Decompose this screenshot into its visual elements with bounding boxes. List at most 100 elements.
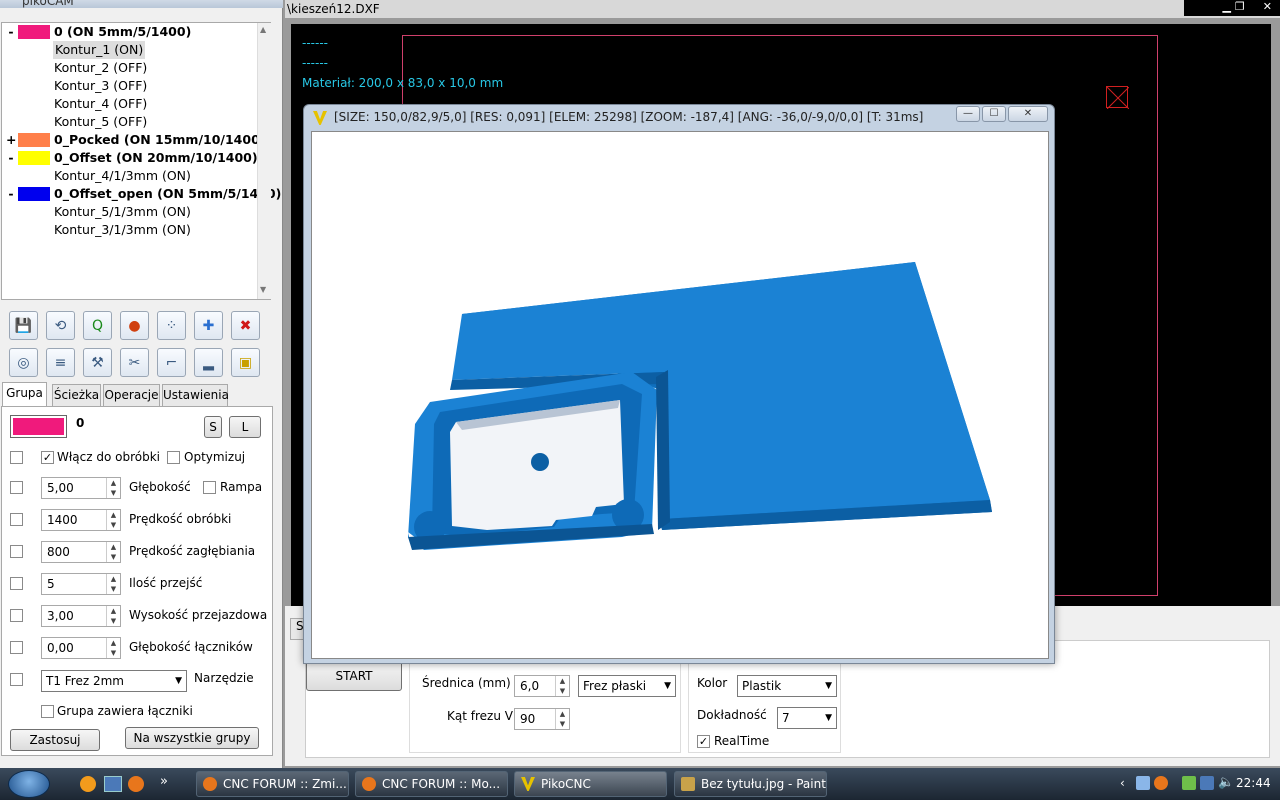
- cutter-type-select[interactable]: Frez płaski ▼: [578, 675, 676, 697]
- record-button[interactable]: ●: [120, 311, 149, 340]
- param-input[interactable]: 800 ▲ ▼: [41, 541, 121, 563]
- task-cnc-forum-1[interactable]: CNC FORUM :: Zmi...: [196, 771, 349, 797]
- tab-grupa[interactable]: Grupa: [2, 382, 47, 406]
- tab-operacje[interactable]: Operacje: [103, 384, 160, 406]
- tree-group-row[interactable]: - 0 (ON 5mm/5/1400): [2, 23, 254, 41]
- spin-down-icon[interactable]: ▼: [555, 719, 569, 729]
- minimize-icon[interactable]: ▁: [1222, 0, 1230, 16]
- tree-item-row[interactable]: Kontur_5/1/3mm (ON): [2, 203, 254, 221]
- spin-down-icon[interactable]: ▼: [106, 552, 120, 562]
- tab-sciezka[interactable]: Ścieżka: [52, 384, 101, 406]
- clock[interactable]: 22:44: [1236, 776, 1271, 790]
- spin-up-icon[interactable]: ▲: [106, 638, 120, 648]
- spin-down-icon[interactable]: ▼: [106, 520, 120, 530]
- tray-firefox-icon[interactable]: [1154, 776, 1168, 790]
- param-input[interactable]: 5 ▲ ▼: [41, 573, 121, 595]
- start-button[interactable]: START: [306, 661, 402, 691]
- tree-expander[interactable]: -: [6, 23, 16, 41]
- task-pikocnc[interactable]: PikoCNC: [514, 771, 667, 797]
- spin-down-icon[interactable]: ▼: [106, 616, 120, 626]
- row-checkbox[interactable]: [10, 513, 23, 526]
- tree-item-row[interactable]: Kontur_5 (OFF): [2, 113, 254, 131]
- tree-expander[interactable]: -: [6, 149, 16, 167]
- 3d-viewport[interactable]: [311, 131, 1049, 659]
- tray-chevron-icon[interactable]: ‹: [1120, 776, 1125, 790]
- spin-up-icon[interactable]: ▲: [106, 478, 120, 488]
- param-input[interactable]: 3,00 ▲ ▼: [41, 605, 121, 627]
- diameter-input[interactable]: 6,0 ▲ ▼: [514, 675, 570, 697]
- restore-icon[interactable]: ❐: [1235, 0, 1245, 16]
- box-button[interactable]: ▣: [231, 348, 260, 377]
- row-checkbox[interactable]: [10, 673, 23, 686]
- refresh-button[interactable]: ⟲: [46, 311, 75, 340]
- ramp-checkbox[interactable]: [203, 481, 216, 494]
- optimize-checkbox[interactable]: [167, 451, 180, 464]
- scroll-down-icon[interactable]: ▼: [260, 285, 266, 294]
- color-select[interactable]: Plastik ▼: [737, 675, 837, 697]
- spin-up-icon[interactable]: ▲: [106, 510, 120, 520]
- spin-down-icon[interactable]: ▼: [106, 584, 120, 594]
- param-input[interactable]: 1400 ▲ ▼: [41, 509, 121, 531]
- row-checkbox[interactable]: [10, 451, 23, 464]
- task-cnc-forum-2[interactable]: CNC FORUM :: Mo...: [355, 771, 508, 797]
- quicklaunch-more[interactable]: »: [160, 774, 168, 789]
- accuracy-select[interactable]: 7 ▼: [777, 707, 837, 729]
- tree-group-row[interactable]: - 0_Offset_open (ON 5mm/5/1400): [2, 185, 281, 203]
- row-checkbox[interactable]: [10, 641, 23, 654]
- tray-device-icon[interactable]: [1182, 776, 1196, 790]
- task-paint[interactable]: Bez tytułu.jpg - Paint: [674, 771, 827, 797]
- tree-item-row[interactable]: Kontur_2 (OFF): [2, 59, 254, 77]
- tree-scrollbar[interactable]: ▲ ▼: [257, 23, 271, 299]
- q-button[interactable]: Q: [83, 311, 112, 340]
- param-input[interactable]: 5,00 ▲ ▼: [41, 477, 121, 499]
- spin-down-icon[interactable]: ▼: [106, 648, 120, 658]
- quicklaunch-firefox-icon[interactable]: [128, 776, 144, 792]
- pocket-button[interactable]: ▂: [194, 348, 223, 377]
- row-checkbox[interactable]: [10, 577, 23, 590]
- quicklaunch-desktop-icon[interactable]: [104, 776, 122, 792]
- l-button[interactable]: L: [229, 416, 261, 438]
- tree-expander[interactable]: -: [6, 185, 16, 203]
- apply-button[interactable]: Zastosuj: [10, 729, 100, 751]
- tray-volume-icon[interactable]: 🔈: [1218, 775, 1234, 790]
- align-button[interactable]: ≡: [46, 348, 75, 377]
- group-color-swatch[interactable]: [10, 415, 67, 438]
- tree-item-row[interactable]: Kontur_4/1/3mm (ON): [2, 167, 254, 185]
- spin-up-icon[interactable]: ▲: [555, 676, 569, 686]
- start-button-icon[interactable]: [8, 770, 50, 798]
- tree-item-row[interactable]: Kontur_3 (OFF): [2, 77, 254, 95]
- realtime-checkbox[interactable]: ✓: [697, 735, 710, 748]
- save-button[interactable]: 💾: [9, 311, 38, 340]
- tree-item-row[interactable]: Kontur_4 (OFF): [2, 95, 254, 113]
- wand-button[interactable]: ⚒: [83, 348, 112, 377]
- add-button[interactable]: ✚: [194, 311, 223, 340]
- v-angle-input[interactable]: 90 ▲ ▼: [514, 708, 570, 730]
- tab-ustawienia[interactable]: Ustawienia: [162, 384, 229, 406]
- tree-expander[interactable]: +: [6, 131, 16, 149]
- spin-up-icon[interactable]: ▲: [106, 542, 120, 552]
- spin-up-icon[interactable]: ▲: [106, 574, 120, 584]
- delete-button[interactable]: ✖: [231, 311, 260, 340]
- all-groups-button[interactable]: Na wszystkie grupy: [125, 727, 259, 749]
- 3d-preview-window[interactable]: [SIZE: 150,0/82,9/5,0] [RES: 0,091] [ELE…: [303, 104, 1055, 664]
- enable-checkbox[interactable]: ✓: [41, 451, 54, 464]
- close-button[interactable]: ✕: [1008, 106, 1048, 122]
- param-input[interactable]: 0,00 ▲ ▼: [41, 637, 121, 659]
- maximize-button[interactable]: ☐: [982, 106, 1006, 122]
- layer-tree[interactable]: - 0 (ON 5mm/5/1400) Kontur_1 (ON) Kontur_2 …: [1, 22, 281, 300]
- nodes-button[interactable]: ⁘: [157, 311, 186, 340]
- tool-paths-button[interactable]: ◎: [9, 348, 38, 377]
- tray-network-icon[interactable]: [1136, 776, 1150, 790]
- contains-links-checkbox[interactable]: [41, 705, 54, 718]
- tree-item-row[interactable]: Kontur_3/1/3mm (ON): [2, 221, 254, 239]
- spin-up-icon[interactable]: ▲: [555, 709, 569, 719]
- spin-down-icon[interactable]: ▼: [555, 686, 569, 696]
- tool-select[interactable]: T1 Frez 2mm ▼: [41, 670, 187, 692]
- s-button[interactable]: S: [204, 416, 222, 438]
- profile-button[interactable]: ⌐: [157, 348, 186, 377]
- tree-group-row[interactable]: +0_Pocked (ON 15mm/10/1400): [2, 131, 266, 149]
- row-checkbox[interactable]: [10, 545, 23, 558]
- tree-item-row[interactable]: Kontur_1 (ON): [2, 41, 254, 59]
- spin-down-icon[interactable]: ▼: [106, 488, 120, 498]
- row-checkbox[interactable]: [10, 609, 23, 622]
